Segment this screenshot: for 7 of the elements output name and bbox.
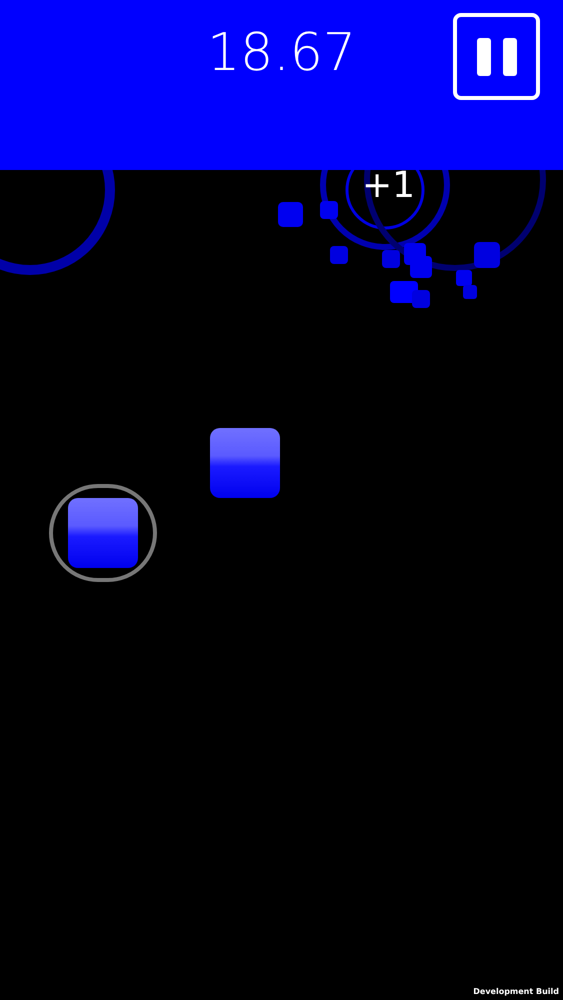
score-popup: +1 [362,164,416,208]
pause-button[interactable] [453,13,540,100]
game-tile[interactable] [210,428,280,498]
build-label: Development Build [473,987,559,997]
timer: 18.67 [207,22,356,84]
game-tile[interactable] [68,498,138,568]
pause-icon [476,38,516,76]
